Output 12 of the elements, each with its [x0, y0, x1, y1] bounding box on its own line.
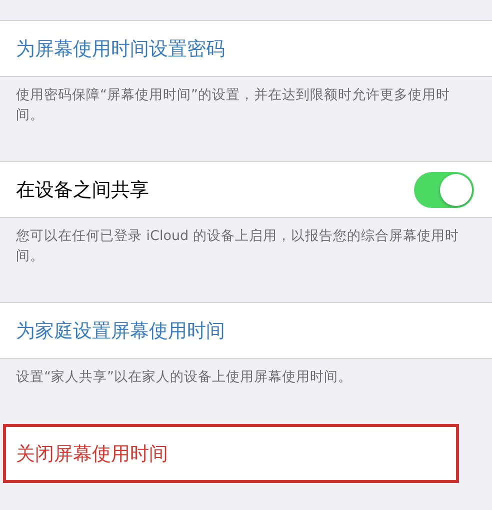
toggle-switch[interactable]	[414, 172, 474, 208]
footer-text: 使用密码保障“屏幕使用时间”的设置，并在达到限额时允许更多使用时间。	[16, 86, 451, 125]
settings-row[interactable]: 为屏幕使用时间设置密码	[0, 20, 492, 77]
row-label: 关闭屏幕使用时间	[16, 442, 168, 466]
settings-row[interactable]: 在设备之间共享	[0, 161, 492, 218]
footer-text: 设置“家人共享”以在家人的设备上使用屏幕使用时间。	[16, 368, 353, 387]
row-label: 为家庭设置屏幕使用时间	[16, 318, 225, 344]
footer-text: 您可以在任何已登录 iCloud 的设备上启用，以报告您的综合屏幕使用时间。	[16, 227, 460, 266]
row-label: 在设备之间共享	[16, 178, 149, 202]
row-label: 为屏幕使用时间设置密码	[16, 36, 225, 62]
settings-row[interactable]: 为家庭设置屏幕使用时间	[0, 302, 492, 359]
highlighted-row[interactable]: 关闭屏幕使用时间	[4, 425, 458, 482]
